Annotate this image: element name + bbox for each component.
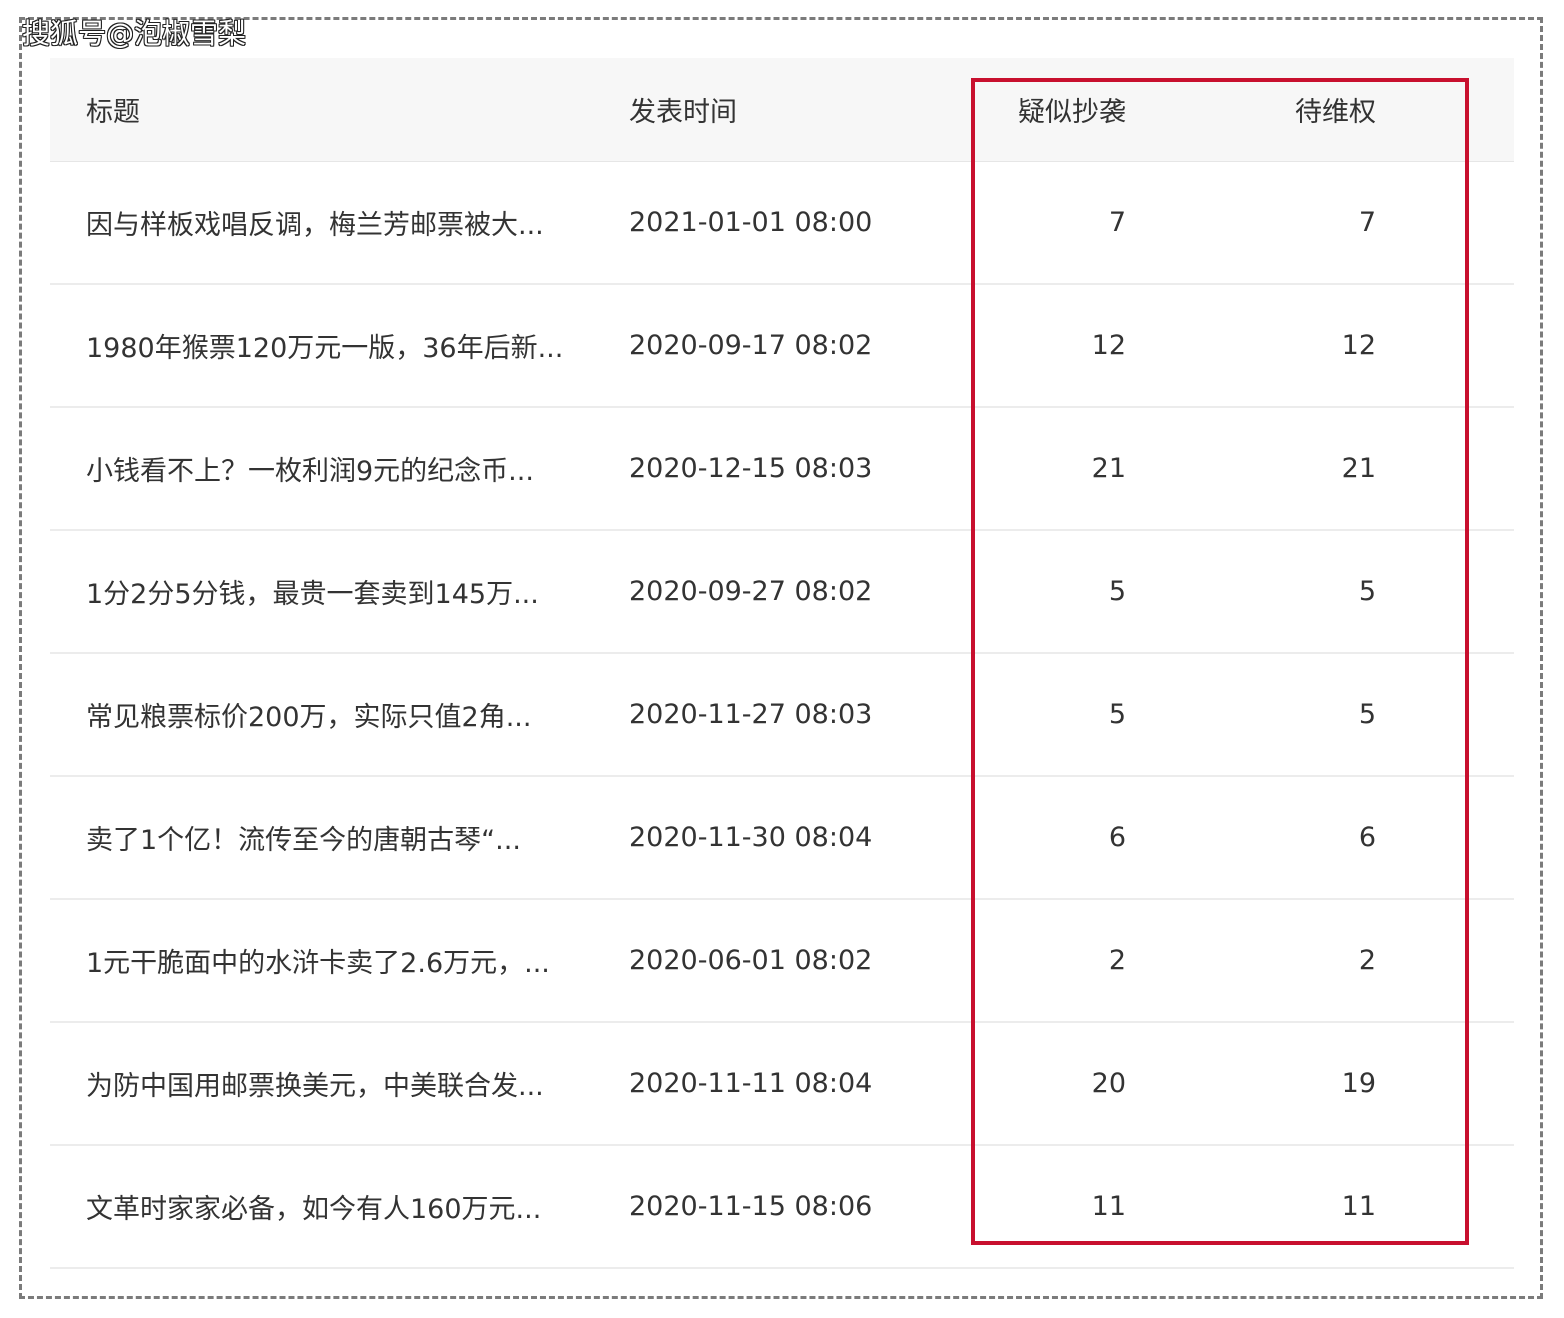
- row-time: 2021-01-01 08:00: [629, 207, 873, 238]
- table-row[interactable]: 为防中国用邮票换美元，中美联合发... 2020-11-11 08:04 20 …: [50, 1023, 1514, 1146]
- row-pending[interactable]: 21: [1240, 408, 1376, 529]
- row-title-text[interactable]: 因与样板戏唱反调，梅兰芳邮票被大...: [86, 203, 544, 242]
- header-title[interactable]: 标题: [86, 58, 586, 161]
- row-title-text[interactable]: 为防中国用邮票换美元，中美联合发...: [86, 1064, 544, 1103]
- row-pending[interactable]: 11: [1240, 1146, 1376, 1267]
- watermark: 搜狐号@泡椒雪梨: [22, 17, 247, 50]
- table-row[interactable]: 卖了1个亿！流传至今的唐朝古琴“... 2020-11-30 08:04 6 6: [50, 777, 1514, 900]
- row-title[interactable]: 因与样板戏唱反调，梅兰芳邮票被大...: [86, 162, 586, 283]
- row-pending[interactable]: 2: [1240, 900, 1376, 1021]
- row-title[interactable]: 为防中国用邮票换美元，中美联合发...: [86, 1023, 586, 1144]
- row-suspected[interactable]: 7: [990, 162, 1126, 283]
- header-time[interactable]: 发表时间: [629, 58, 929, 161]
- row-title-text[interactable]: 1元干脆面中的水浒卡卖了2.6万元，...: [86, 941, 550, 980]
- row-title[interactable]: 1980年猴票120万元一版，36年后新...: [86, 285, 586, 406]
- row-title[interactable]: 1分2分5分钱，最贵一套卖到145万...: [86, 531, 586, 652]
- table-row[interactable]: 1980年猴票120万元一版，36年后新... 2020-09-17 08:02…: [50, 285, 1514, 408]
- row-title-text[interactable]: 1分2分5分钱，最贵一套卖到145万...: [86, 572, 539, 611]
- article-table: 标题 发表时间 疑似抄袭 待维权 因与样板戏唱反调，梅兰芳邮票被大... 202…: [50, 58, 1514, 1269]
- row-pending[interactable]: 5: [1240, 531, 1376, 652]
- row-title[interactable]: 文革时家家必备，如今有人160万元...: [86, 1146, 586, 1267]
- table-row[interactable]: 1分2分5分钱，最贵一套卖到145万... 2020-09-27 08:02 5…: [50, 531, 1514, 654]
- header-suspected[interactable]: 疑似抄袭: [990, 58, 1126, 161]
- row-pending[interactable]: 7: [1240, 162, 1376, 283]
- row-pending[interactable]: 5: [1240, 654, 1376, 775]
- row-title[interactable]: 卖了1个亿！流传至今的唐朝古琴“...: [86, 777, 586, 898]
- row-pending[interactable]: 12: [1240, 285, 1376, 406]
- row-pending[interactable]: 19: [1240, 1023, 1376, 1144]
- row-title-text[interactable]: 1980年猴票120万元一版，36年后新...: [86, 326, 563, 365]
- row-title-text[interactable]: 常见粮票标价200万，实际只值2角...: [86, 695, 531, 734]
- row-suspected[interactable]: 20: [990, 1023, 1126, 1144]
- row-title-text[interactable]: 小钱看不上？一枚利润9元的纪念币...: [86, 449, 534, 488]
- row-title-text[interactable]: 文革时家家必备，如今有人160万元...: [86, 1187, 541, 1226]
- row-suspected[interactable]: 5: [990, 654, 1126, 775]
- table-row[interactable]: 文革时家家必备，如今有人160万元... 2020-11-15 08:06 11…: [50, 1146, 1514, 1269]
- row-suspected[interactable]: 21: [990, 408, 1126, 529]
- row-title-text[interactable]: 卖了1个亿！流传至今的唐朝古琴“...: [86, 818, 521, 857]
- table-row[interactable]: 常见粮票标价200万，实际只值2角... 2020-11-27 08:03 5 …: [50, 654, 1514, 777]
- row-suspected[interactable]: 12: [990, 285, 1126, 406]
- row-time: 2020-11-15 08:06: [629, 1191, 873, 1222]
- row-time: 2020-11-11 08:04: [629, 1068, 873, 1099]
- row-time: 2020-11-30 08:04: [629, 822, 873, 853]
- row-time: 2020-06-01 08:02: [629, 945, 873, 976]
- header-pending[interactable]: 待维权: [1240, 58, 1376, 161]
- row-title[interactable]: 小钱看不上？一枚利润9元的纪念币...: [86, 408, 586, 529]
- table-row[interactable]: 1元干脆面中的水浒卡卖了2.6万元，... 2020-06-01 08:02 2…: [50, 900, 1514, 1023]
- row-title[interactable]: 1元干脆面中的水浒卡卖了2.6万元，...: [86, 900, 586, 1021]
- table-row[interactable]: 因与样板戏唱反调，梅兰芳邮票被大... 2021-01-01 08:00 7 7: [50, 162, 1514, 285]
- table-header: 标题 发表时间 疑似抄袭 待维权: [50, 58, 1514, 162]
- row-time: 2020-11-27 08:03: [629, 699, 873, 730]
- row-suspected[interactable]: 5: [990, 531, 1126, 652]
- row-suspected[interactable]: 6: [990, 777, 1126, 898]
- row-time: 2020-09-27 08:02: [629, 576, 873, 607]
- table-row[interactable]: 小钱看不上？一枚利润9元的纪念币... 2020-12-15 08:03 21 …: [50, 408, 1514, 531]
- row-pending[interactable]: 6: [1240, 777, 1376, 898]
- row-time: 2020-12-15 08:03: [629, 453, 873, 484]
- row-suspected[interactable]: 11: [990, 1146, 1126, 1267]
- row-title[interactable]: 常见粮票标价200万，实际只值2角...: [86, 654, 586, 775]
- row-time: 2020-09-17 08:02: [629, 330, 873, 361]
- row-suspected[interactable]: 2: [990, 900, 1126, 1021]
